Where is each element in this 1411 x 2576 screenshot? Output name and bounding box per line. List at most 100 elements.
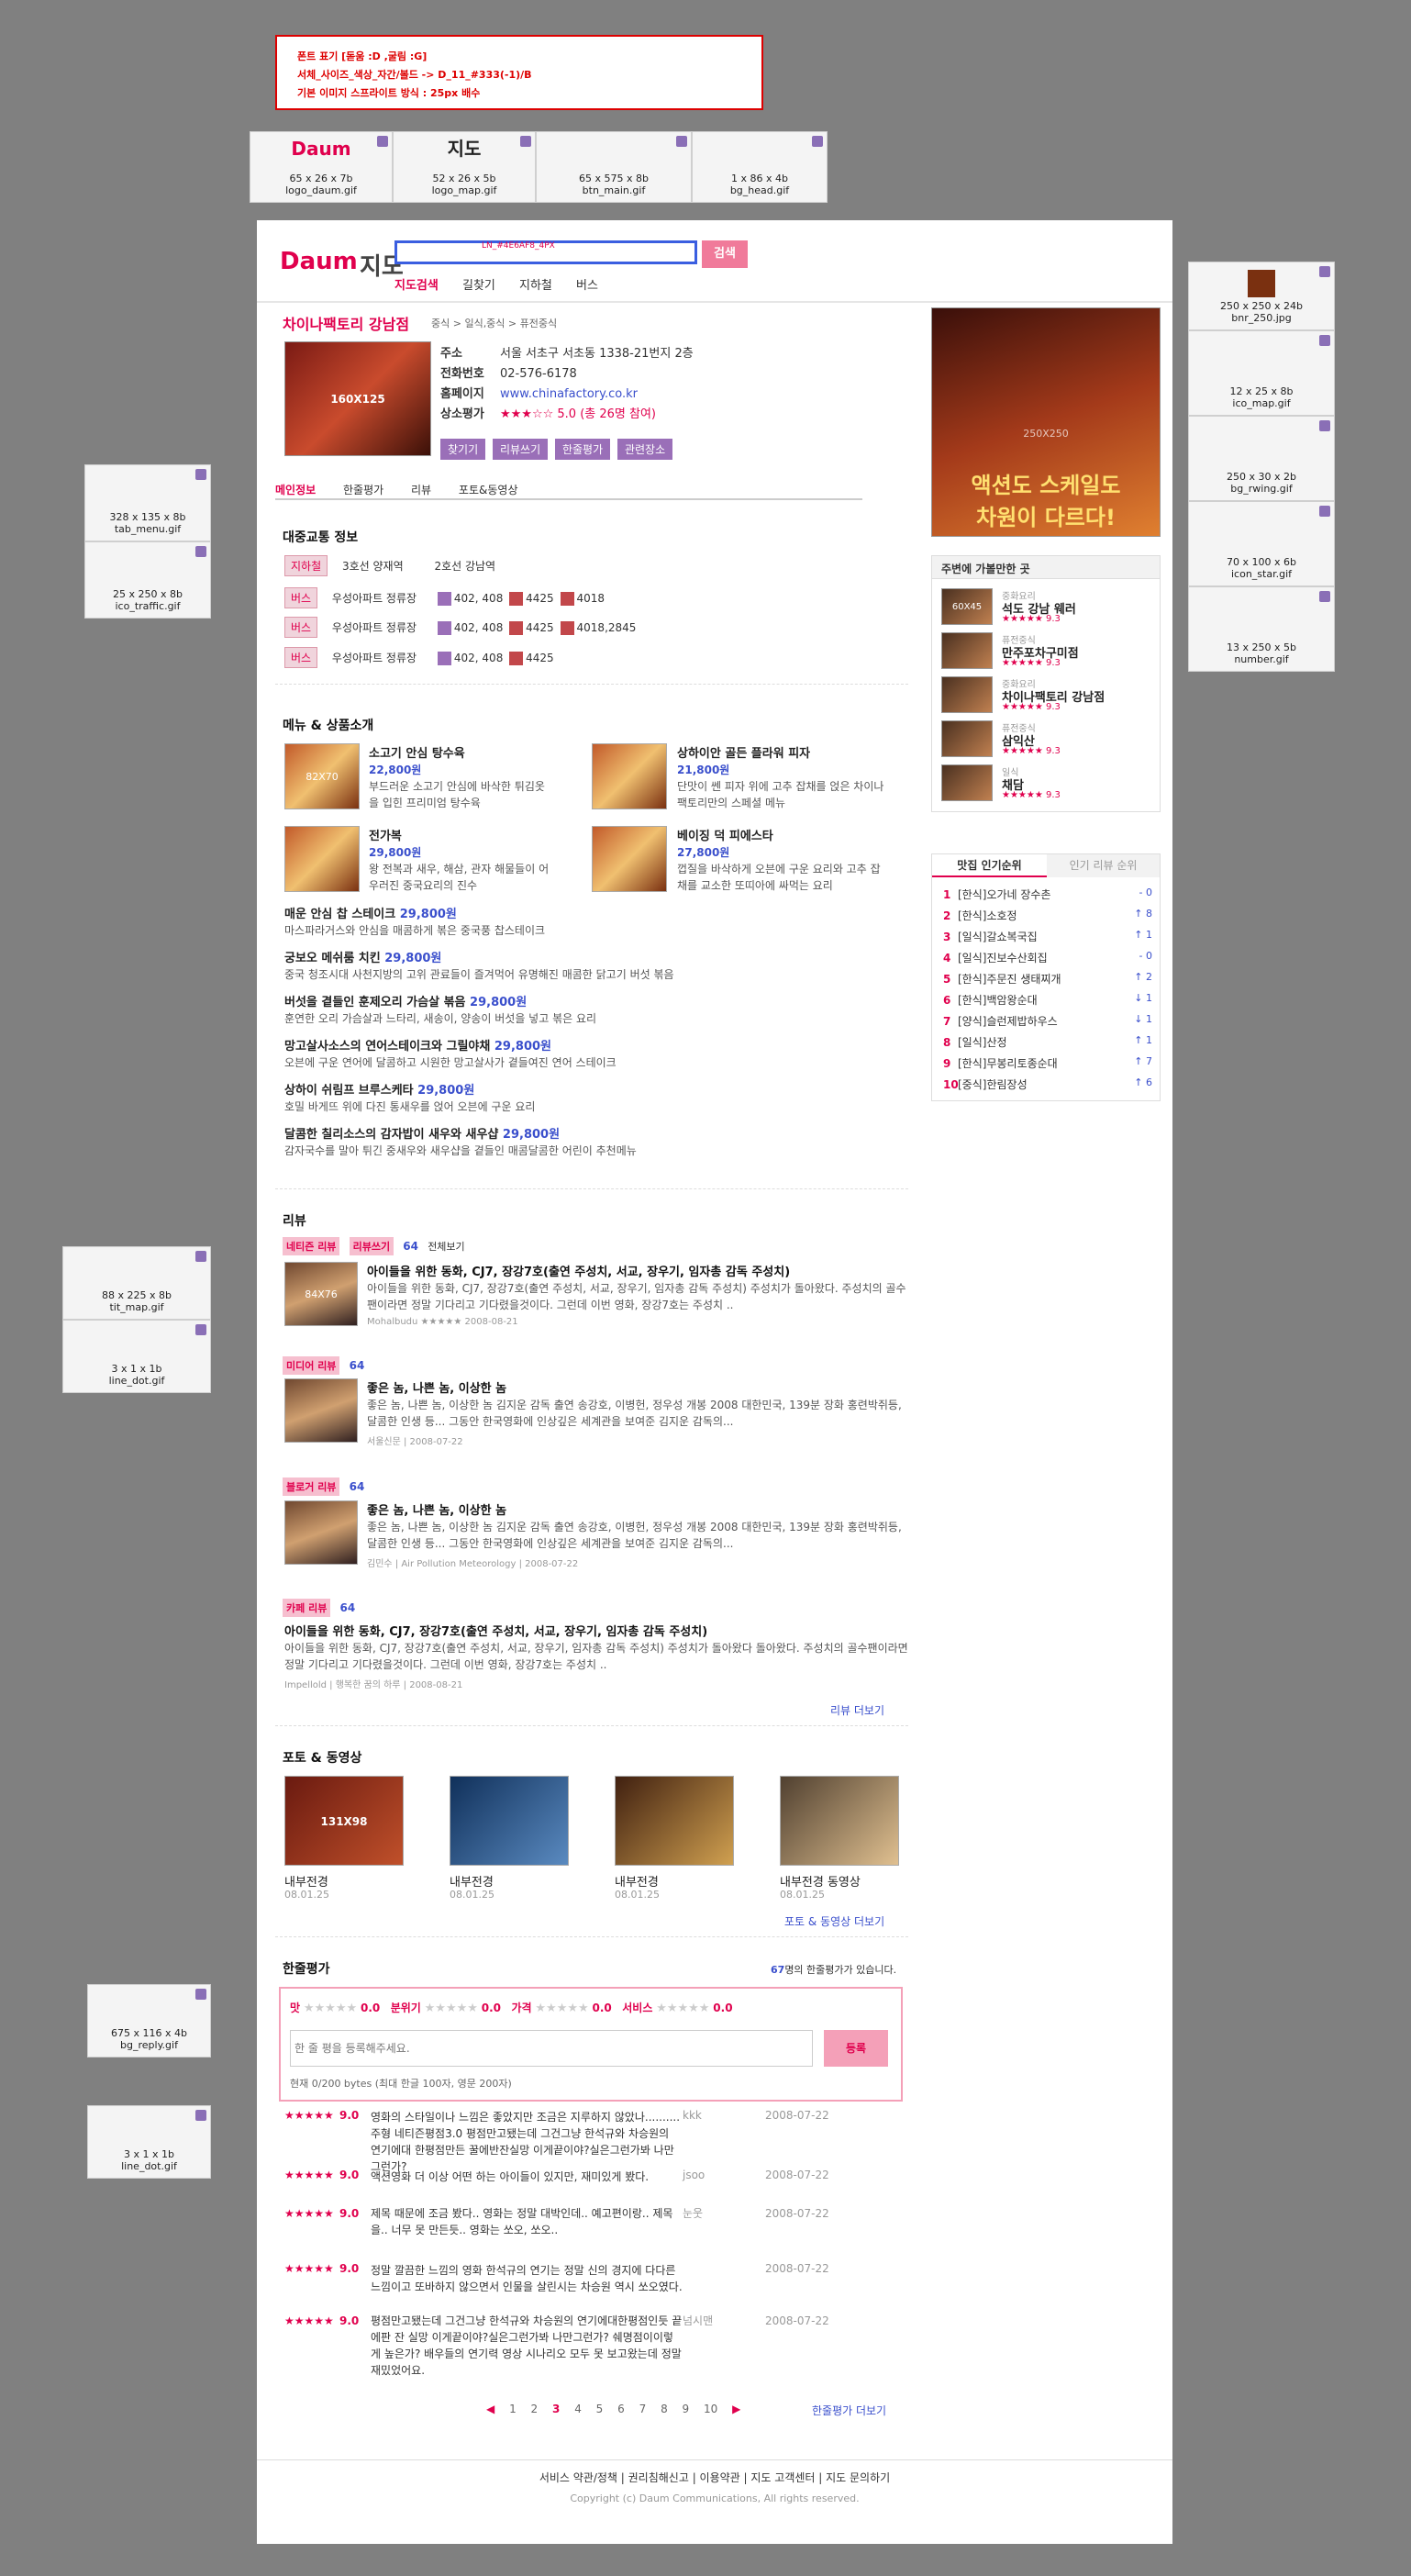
submit-button[interactable]: 등록 (824, 2030, 888, 2067)
find-button[interactable]: 찾기기 (440, 439, 486, 460)
popular-item[interactable]: 6 [한식]백암왕순대 ↓ 1 (943, 992, 1152, 1008)
tab-photo[interactable]: 포토&동영상 (459, 484, 518, 496)
menu-name[interactable]: 베이징 덕 피에스타 (677, 826, 773, 843)
comment-user[interactable]: kkk (683, 2109, 765, 2122)
footer-link-use[interactable]: 이용약관 (700, 2471, 740, 2484)
homepage-link[interactable]: www.chinafactory.co.kr (500, 387, 638, 401)
related-place-button[interactable]: 관련장소 (617, 439, 673, 460)
nearby-thumb[interactable] (941, 632, 993, 669)
popular-item[interactable]: 4 [일식]진보수산회집 - 0 (943, 950, 1152, 965)
menu-image[interactable] (592, 743, 667, 809)
page-1[interactable]: 1 (509, 2403, 517, 2415)
bus-number[interactable]: 4425 (526, 592, 554, 605)
nav-map-search[interactable]: 지도검색 (394, 279, 439, 293)
popular-name[interactable]: [일식]갈쇼복국집 (958, 931, 1038, 943)
popular-name[interactable]: [한식]무봉리토종순대 (958, 1057, 1058, 1070)
bus-number[interactable]: 4018,2845 (577, 621, 637, 634)
one-line-rating-button[interactable]: 한줄평가 (554, 439, 611, 460)
view-all-link[interactable]: 전체보기 (428, 1241, 464, 1253)
star-rating-input[interactable]: ★★★★★ (535, 2002, 588, 2015)
popular-item[interactable]: 10[중식]한림장성 ↑ 6 (943, 1076, 1152, 1092)
menu-list-item[interactable]: 버섯을 곁들인 훈제오리 가슴살 볶음 29,800원 (284, 992, 527, 1009)
photo-name[interactable]: 내부전경 (615, 1872, 659, 1890)
review-image[interactable] (284, 1500, 358, 1565)
page-2[interactable]: 2 (531, 2403, 539, 2415)
nearby-item[interactable]: 중화요리 차이나팩토리 강남점 ★★★★★ 9.3 (941, 676, 1152, 718)
nearby-item[interactable]: 일식 채담 ★★★★★ 9.3 (941, 764, 1152, 806)
page-6[interactable]: 6 (617, 2403, 625, 2415)
bus-number[interactable]: 402, 408 (454, 592, 503, 605)
menu-list-item[interactable]: 매운 안심 찹 스테이크 29,800원 (284, 904, 457, 921)
blog-review-label[interactable]: 블로거 리뷰 (283, 1478, 340, 1496)
next-page-button[interactable]: ▶ (732, 2403, 740, 2415)
photo-name[interactable]: 내부전경 (284, 1872, 328, 1890)
footer-link-terms[interactable]: 서비스 약관/정책 (539, 2471, 617, 2484)
footer-link-contact[interactable]: 지도 문의하기 (826, 2471, 890, 2484)
popular-item[interactable]: 3 [일식]갈쇼복국집 ↑ 1 (943, 929, 1152, 944)
photo-name[interactable]: 내부전경 (450, 1872, 494, 1890)
cafe-review-label[interactable]: 카페 리뷰 (283, 1599, 331, 1617)
page-10[interactable]: 10 (704, 2403, 717, 2415)
popular-item[interactable]: 8 [일식]산정 ↑ 1 (943, 1034, 1152, 1050)
page-5[interactable]: 5 (596, 2403, 604, 2415)
nearby-thumb[interactable] (941, 720, 993, 757)
popular-name[interactable]: [한식]오가네 장수촌 (958, 888, 1051, 901)
popular-name[interactable]: [중식]한림장성 (958, 1078, 1028, 1091)
prev-page-button[interactable]: ◀ (486, 2403, 494, 2415)
menu-name[interactable]: 전가복 (369, 826, 402, 843)
review-title-link[interactable]: 아이들을 위한 동화, CJ7, 장강7호(출연 주성치, 서교, 장우기, 임… (284, 1622, 707, 1639)
star-rating-input[interactable]: ★★★★★ (304, 2002, 357, 2015)
tab-rating[interactable]: 한줄평가 (343, 484, 383, 496)
nearby-thumb[interactable] (941, 676, 993, 713)
bus-number[interactable]: 4018 (577, 592, 606, 605)
review-more-link[interactable]: 리뷰 더보기 (830, 1702, 884, 1718)
menu-list-item[interactable]: 망고살사소스의 연어스테이크와 그릴야채 29,800원 (284, 1036, 551, 1054)
popular-item[interactable]: 9 [한식]무봉리토종순대 ↑ 7 (943, 1055, 1152, 1071)
daum-logo[interactable]: Daum (280, 248, 358, 275)
menu-image[interactable]: 82X70 (284, 743, 360, 809)
nav-directions[interactable]: 길찾기 (462, 279, 495, 293)
footer-link-center[interactable]: 지도 고객센터 (750, 2471, 815, 2484)
page-8[interactable]: 8 (661, 2403, 668, 2415)
popular-name[interactable]: [일식]산정 (958, 1036, 1007, 1049)
photo-thumb[interactable]: 131X98 (284, 1776, 404, 1866)
media-review-label[interactable]: 미디어 리뷰 (283, 1356, 340, 1375)
review-sort-netizen[interactable]: 네티즌 리뷰 (283, 1237, 340, 1255)
rating-comment-input[interactable] (290, 2030, 813, 2067)
bus-number[interactable]: 4425 (526, 621, 554, 634)
ad-banner[interactable]: 250X250 액션도 스케일도 차원이 다르다! 마우스를 올려주세요 (931, 307, 1161, 551)
popular-item[interactable]: 1 [한식]오가네 장수촌 - 0 (943, 887, 1152, 902)
popular-name[interactable]: [한식]소호정 (958, 909, 1017, 922)
review-title-link[interactable]: 좋은 놈, 나쁜 놈, 이상한 놈 (367, 1378, 506, 1396)
nav-subway[interactable]: 지하철 (519, 279, 552, 293)
popular-name[interactable]: [한식]주문진 생태찌개 (958, 973, 1061, 986)
review-title-link[interactable]: 아이들을 위한 동화, CJ7, 장강7호(출연 주성치, 서교, 장우기, 임… (367, 1262, 790, 1279)
popular-name[interactable]: [양식]슬런제밥하우스 (958, 1015, 1058, 1028)
write-review-tab[interactable]: 리뷰쓰기 (349, 1237, 394, 1255)
video-thumb[interactable] (780, 1776, 899, 1866)
review-image[interactable] (284, 1378, 358, 1443)
menu-name[interactable]: 소고기 안심 탕수육 (369, 743, 465, 761)
tab-review[interactable]: 리뷰 (411, 484, 431, 496)
popular-name[interactable]: [한식]백암왕순대 (958, 994, 1038, 1007)
tab-main[interactable]: 메인정보 (275, 484, 316, 496)
page-4[interactable]: 4 (574, 2403, 582, 2415)
star-rating-input[interactable]: ★★★★★ (425, 2002, 478, 2015)
popular-name[interactable]: [일식]진보수산회집 (958, 952, 1048, 965)
tab-popular-restaurant[interactable]: 맛집 인기순위 (932, 854, 1047, 877)
popular-item[interactable]: 5 [한식]주문진 생태찌개 ↑ 2 (943, 971, 1152, 987)
nearby-item[interactable]: 60X45 중화요리 석도 강남 웨러 ★★★★★ 9.3 (941, 588, 1152, 630)
write-review-button[interactable]: 리뷰쓰기 (492, 439, 549, 460)
store-photo[interactable]: 160X125 (284, 341, 431, 456)
photo-thumb[interactable] (450, 1776, 569, 1866)
bus-number[interactable]: 402, 408 (454, 652, 503, 664)
menu-name[interactable]: 상하이안 골든 플라워 피자 (677, 743, 810, 761)
menu-image[interactable] (284, 826, 360, 892)
comment-user[interactable]: jsoo (683, 2169, 765, 2181)
star-rating-input[interactable]: ★★★★★ (656, 2002, 709, 2015)
comment-user[interactable]: 눈웃 (683, 2205, 765, 2221)
nearby-item[interactable]: 퓨전중식 만주포차구미점 ★★★★★ 9.3 (941, 632, 1152, 674)
nav-bus[interactable]: 버스 (576, 279, 598, 293)
page-7[interactable]: 7 (639, 2403, 647, 2415)
menu-list-item[interactable]: 달콤한 칠리소스의 감자밥이 새우와 새우샵 29,800원 (284, 1124, 560, 1142)
